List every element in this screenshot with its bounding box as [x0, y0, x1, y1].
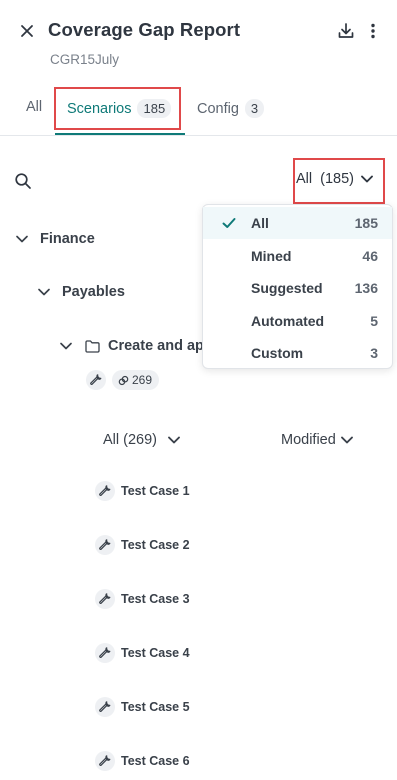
page-title: Coverage Gap Report — [48, 19, 241, 40]
automation-chip — [86, 370, 106, 390]
menu-item-custom[interactable]: Custom 3 — [203, 337, 392, 369]
wrench-icon — [95, 589, 115, 609]
test-case-label: Test Case 5 — [121, 700, 190, 714]
tab-scenarios[interactable]: Scenarios 185 — [67, 99, 172, 118]
menu-item-mined[interactable]: Mined 46 — [203, 240, 392, 272]
filter-label: All — [296, 171, 313, 187]
menu-item-count: 5 — [370, 313, 378, 329]
menu-item-label: All — [251, 215, 269, 231]
sort-dropdown[interactable]: Modified — [281, 432, 354, 448]
menu-item-count: 46 — [362, 248, 378, 264]
menu-item-label: Mined — [251, 248, 292, 264]
wrench-icon — [95, 751, 115, 771]
linked-count: 269 — [132, 373, 153, 387]
tab-scenarios-count: 185 — [137, 99, 172, 118]
scenario-filter-dropdown[interactable]: All (185) — [296, 171, 374, 187]
sort-label: Modified — [281, 432, 336, 448]
close-icon — [21, 25, 33, 37]
menu-item-count: 136 — [354, 280, 378, 296]
list-item-test-case[interactable]: Test Case 5 — [95, 697, 190, 717]
wrench-icon — [95, 535, 115, 555]
tree-node-payables[interactable]: Payables — [36, 284, 125, 300]
menu-item-count: 185 — [354, 215, 378, 231]
wrench-icon — [95, 481, 115, 501]
wrench-icon — [95, 697, 115, 717]
download-icon — [338, 23, 354, 38]
tabs-divider — [0, 135, 397, 136]
test-case-label: Test Case 1 — [121, 484, 190, 498]
tree-node-finance[interactable]: Finance — [14, 231, 95, 247]
chevron-down-icon — [36, 284, 52, 300]
chevron-down-icon — [14, 231, 30, 247]
test-case-filter-dropdown[interactable]: All (269) — [103, 432, 181, 448]
search-button[interactable] — [12, 170, 34, 192]
menu-item-label: Suggested — [251, 280, 323, 296]
chevron-down-icon — [168, 436, 180, 444]
tree-node-create-and-approve[interactable]: Create and ap — [58, 338, 204, 354]
linked-count-chip: 269 — [112, 370, 160, 390]
list-item-test-case[interactable]: Test Case 3 — [95, 589, 190, 609]
scenario-filter-menu: All 185 Mined 46 Suggested 136 Automated… — [202, 204, 393, 369]
wrench-icon — [90, 374, 102, 385]
chevron-down-icon — [340, 436, 353, 444]
folder-icon — [84, 338, 100, 354]
close-button[interactable] — [16, 20, 38, 42]
tab-config-label: Config — [197, 100, 239, 117]
test-case-filter-label: All (269) — [103, 432, 157, 448]
tab-all[interactable]: All — [26, 99, 42, 115]
menu-item-all[interactable]: All 185 — [203, 207, 392, 239]
search-icon — [15, 173, 31, 189]
report-id: CGR15July — [50, 52, 120, 67]
tab-config[interactable]: Config 3 — [197, 99, 265, 118]
check-icon — [222, 218, 236, 228]
list-item-test-case[interactable]: Test Case 1 — [95, 481, 190, 501]
tree-node-label: Finance — [40, 231, 95, 247]
filter-count: (185) — [320, 171, 354, 187]
tab-config-count: 3 — [244, 99, 265, 118]
test-case-label: Test Case 6 — [121, 754, 190, 768]
tree-node-label: Create and ap — [108, 338, 204, 354]
menu-item-label: Automated — [251, 313, 325, 329]
wrench-icon — [95, 643, 115, 663]
test-case-label: Test Case 2 — [121, 538, 190, 552]
tab-all-label: All — [26, 99, 43, 115]
tab-scenarios-label: Scenarios — [67, 100, 132, 117]
menu-item-suggested[interactable]: Suggested 136 — [203, 272, 392, 304]
test-case-label: Test Case 4 — [121, 646, 190, 660]
list-item-test-case[interactable]: Test Case 2 — [95, 535, 190, 555]
list-item-test-case[interactable]: Test Case 6 — [95, 751, 190, 771]
chevron-down-icon — [361, 175, 373, 183]
more-vertical-icon — [371, 23, 375, 39]
list-item-test-case[interactable]: Test Case 4 — [95, 643, 190, 663]
more-options-button[interactable] — [362, 19, 384, 43]
menu-item-automated[interactable]: Automated 5 — [203, 305, 392, 337]
link-icon — [118, 375, 129, 385]
test-case-label: Test Case 3 — [121, 592, 190, 606]
download-button[interactable] — [334, 19, 358, 43]
menu-item-count: 3 — [370, 345, 378, 361]
chevron-down-icon — [58, 338, 74, 354]
menu-item-label: Custom — [251, 345, 304, 361]
tree-node-label: Payables — [62, 284, 125, 300]
